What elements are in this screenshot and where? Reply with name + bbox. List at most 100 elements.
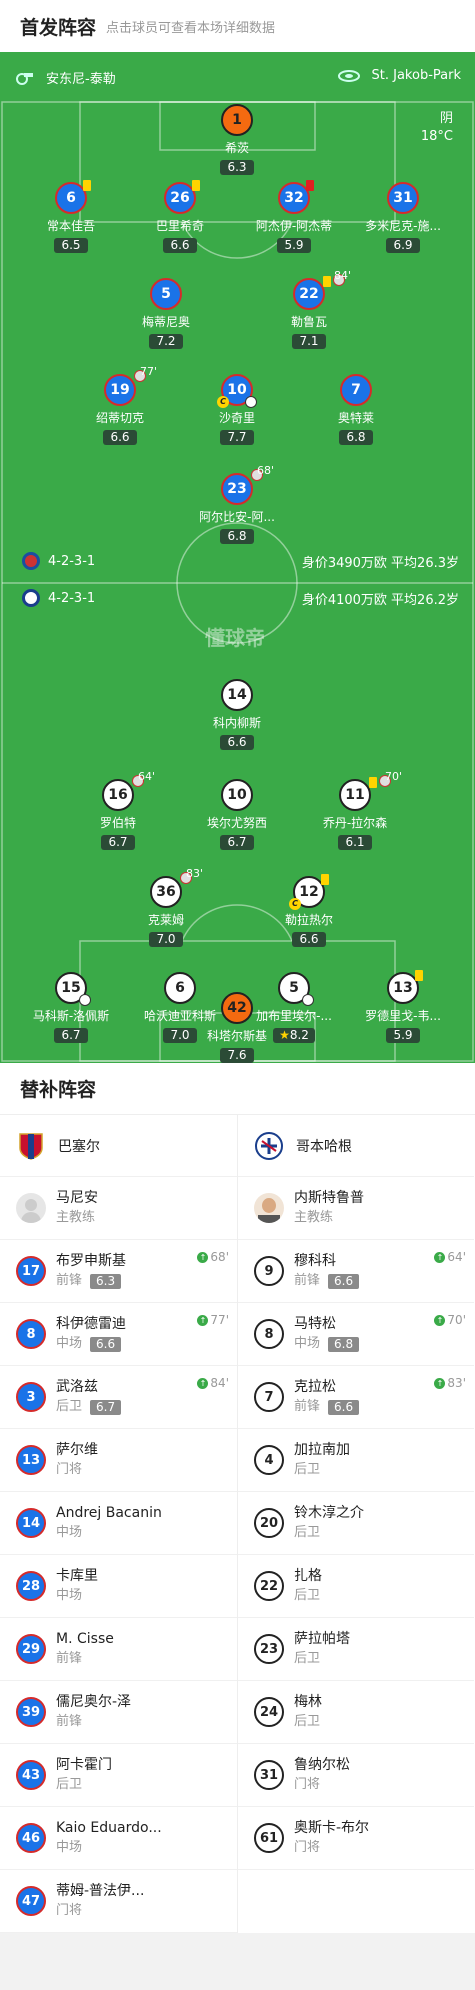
player-rating: 6.5 [54,238,88,253]
sub-name: 克拉松 [294,1379,336,1395]
home-sub-row[interactable]: 39 儒尼奥尔-泽 前锋 [0,1681,237,1744]
sub-name: 武洛兹 [56,1379,98,1395]
home-player-7[interactable]: 7 奥特莱 6.8 [306,374,406,445]
away-sub-row[interactable]: 8 马特松 中场 6.8 ↑ 70' [238,1303,474,1366]
player-rating: 6.6 [103,430,137,445]
sub-in-icon: ↑ [197,1314,209,1326]
player-rating: 7.7 [220,430,254,445]
sub-rating: 6.6 [328,1399,360,1415]
sub-name: 蒂姆-普法伊... [56,1883,145,1899]
yellow-card-icon [323,276,331,287]
home-player-6[interactable]: 6 常本佳吾 6.5 [21,180,121,253]
player-name: 沙奇里 [218,411,255,425]
sub-in-time: ↑ 77' [197,1313,229,1327]
away-player-15[interactable]: 15 马科斯-洛佩斯 6.7 [21,972,121,1043]
away-sub-row[interactable]: 20 铃木淳之介 后卫 [238,1492,474,1555]
whistle-icon [16,72,33,85]
player-number: 36 [156,884,176,900]
sub-number: 9 [254,1256,284,1286]
home-sub-row[interactable]: 3 武洛兹 后卫 6.7 ↑ 84' [0,1366,237,1429]
away-team-row[interactable]: 哥本哈根 [238,1115,474,1177]
player-name: 绍蒂切克 [95,411,144,425]
player-number: 26 [170,190,190,206]
sub-position: 后卫 [56,1777,83,1792]
away-player-36[interactable]: 36 83' 克莱姆 7.0 [116,867,216,947]
player-rating: 7.0 [149,932,183,947]
home-badge-icon [22,552,40,570]
home-sub-row[interactable]: 29 M. Cisse 前锋 [0,1618,237,1681]
sub-rating: 6.6 [328,1273,360,1289]
sub-in-icon: ↑ [434,1314,446,1326]
home-player-23[interactable]: 23 68' 阿尔比安-阿... 6.8 [187,464,287,544]
sub-position: 中场 [56,1840,83,1855]
weather-text: 阴 [439,111,453,126]
away-player-11[interactable]: 11 70' 乔丹-拉尔森 6.1 [305,770,405,850]
away-player-16[interactable]: 16 64' 罗伯特 6.7 [68,770,168,850]
away-subs-column: 哥本哈根 内斯特鲁普 主教练 9 穆科科 前锋 6.6 ↑ 64' 8 马特松 中场 6.8 ↑ 70'… [237,1115,474,1933]
player-number: 16 [108,787,128,803]
temperature: 18°C [420,129,453,144]
sub-name: 萨尔维 [56,1442,98,1458]
home-sub-row[interactable]: 14 Andrej Bacanin 中场 [0,1492,237,1555]
home-player-22[interactable]: 22 84' 勒鲁瓦 7.1 [259,269,359,349]
sub-number: 29 [16,1634,46,1664]
away-player-13[interactable]: 13 罗德里戈-韦... 5.9 [353,970,453,1043]
home-coach-row[interactable]: 马尼安 主教练 [0,1177,237,1240]
home-sub-row[interactable]: 8 科伊德雷迪 中场 6.6 ↑ 77' [0,1303,237,1366]
sub-position: 后卫 [294,1525,321,1540]
away-sub-row[interactable]: 61 奥斯卡-布尔 门将 [238,1807,474,1870]
home-sub-row[interactable]: 28 卡库里 中场 [0,1555,237,1618]
player-name: 常本佳吾 [46,219,95,233]
home-player-5[interactable]: 5 梅蒂尼奥 7.2 [116,278,216,349]
sub-name: Andrej Bacanin [56,1505,162,1521]
home-sub-row[interactable]: 17 布罗申斯基 前锋 6.3 ↑ 68' [0,1240,237,1303]
away-player-14[interactable]: 14 科内柳斯 6.6 [187,679,287,750]
sub-number: 61 [254,1823,284,1853]
home-player-26[interactable]: 26 巴里希奇 6.6 [130,180,230,253]
home-sub-row[interactable]: 13 萨尔维 门将 [0,1429,237,1492]
sub-minute: 68' [257,464,275,477]
player-number: 31 [387,182,419,214]
sub-number: 20 [254,1508,284,1538]
away-sub-row[interactable]: 31 鲁纳尔松 门将 [238,1744,474,1807]
player-number: 32 [284,190,304,206]
home-player-31[interactable]: 31 多米尼克-施... 6.9 [353,182,453,253]
away-player-42[interactable]: 42 科塔尔斯基 7.6 [187,992,287,1063]
player-name: 克莱姆 [147,913,184,927]
sub-position: 中场 [56,1525,83,1540]
home-team-name: 巴塞尔 [58,1138,100,1155]
player-number: 14 [221,679,253,711]
player-name: 多米尼克-施... [365,219,441,233]
player-number: 11 [345,787,365,803]
player-name: 巴里希奇 [155,219,204,233]
away-player-12[interactable]: 12 C 勒拉热尔 6.6 [259,874,359,947]
sub-name: 卡库里 [56,1568,98,1584]
away-coach-row[interactable]: 内斯特鲁普 主教练 [238,1177,474,1240]
away-formation-row: 4-2-3-1 [22,589,95,607]
sub-rating: 6.7 [90,1399,122,1415]
away-sub-row[interactable]: 23 萨拉帕塔 后卫 [238,1618,474,1681]
home-player-32[interactable]: 32 阿杰伊-阿杰蒂 5.9 [244,180,344,253]
away-sub-row[interactable]: 7 克拉松 前锋 6.6 ↑ 83' [238,1366,474,1429]
home-player-1[interactable]: 1 希茨 6.3 [187,104,287,175]
away-team-name: 哥本哈根 [296,1138,352,1155]
away-sub-row[interactable]: 24 梅林 后卫 [238,1681,474,1744]
home-sub-row[interactable]: 46 Kaio Eduardo... 中场 [0,1807,237,1870]
sub-number: 17 [16,1256,46,1286]
coach-role: 主教练 [294,1210,334,1225]
away-sub-row[interactable]: 4 加拉南加 后卫 [238,1429,474,1492]
player-number: 10 [221,779,253,811]
ball-icon [79,994,91,1006]
player-rating: 6.8 [220,529,254,544]
sub-name: 儒尼奥尔-泽 [56,1694,132,1710]
home-player-10[interactable]: 10 C 沙奇里 7.7 [187,374,287,445]
away-sub-row[interactable]: 9 穆科科 前锋 6.6 ↑ 64' [238,1240,474,1303]
home-team-row[interactable]: 巴塞尔 [0,1115,237,1177]
away-player-10[interactable]: 10 埃尔尤努西 6.7 [187,779,287,850]
sub-position: 门将 [294,1777,321,1792]
home-sub-row[interactable]: 47 蒂姆-普法伊... 门将 [0,1870,237,1933]
coach-name: 马尼安 [56,1190,98,1206]
away-sub-row[interactable]: 22 扎格 后卫 [238,1555,474,1618]
home-sub-row[interactable]: 43 阿卡霍门 后卫 [0,1744,237,1807]
home-player-19[interactable]: 19 77' 绍蒂切克 6.6 [70,365,170,445]
